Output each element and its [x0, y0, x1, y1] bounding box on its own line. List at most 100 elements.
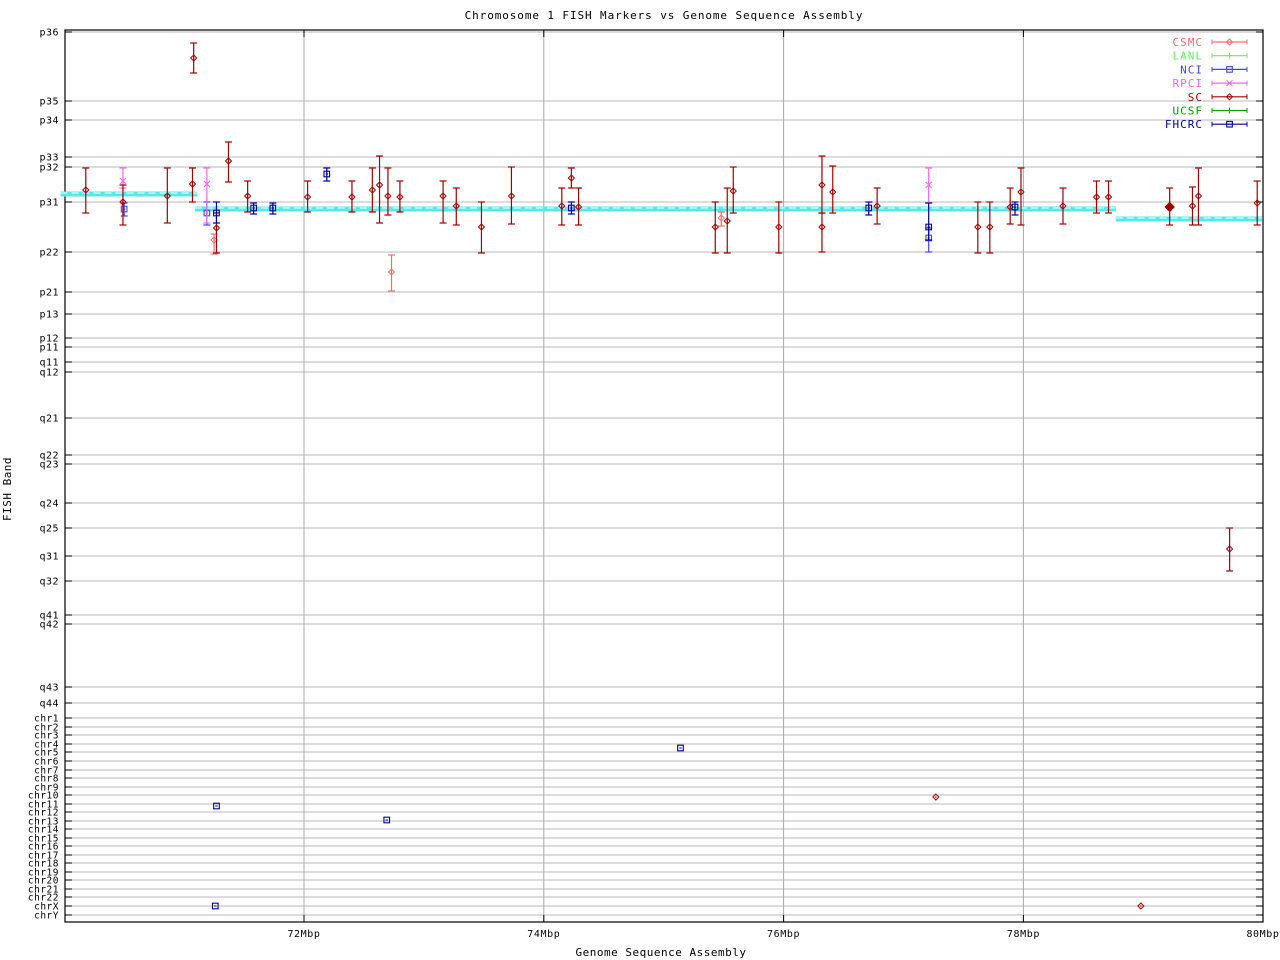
chart-title: Chromosome 1 FISH Markers vs Genome Sequ…: [465, 9, 864, 22]
plus-marker: [1226, 52, 1233, 59]
marker-dot: [831, 191, 834, 193]
fish-marker-chart: Chromosome 1 FISH Markers vs Genome Sequ…: [0, 0, 1280, 960]
series-sc: [82, 42, 1261, 910]
legend-label: NCI: [1180, 63, 1203, 76]
x-tick-label: 78Mbp: [1007, 929, 1040, 940]
marker-dot: [1009, 206, 1012, 208]
marker-dot: [714, 226, 717, 228]
y-tick-label: q21: [39, 414, 59, 425]
marker-dot: [876, 205, 878, 207]
y-tick-label: p34: [39, 116, 59, 127]
marker-dot: [246, 195, 249, 197]
legend-label: SC: [1188, 91, 1203, 104]
marker-dot: [1197, 195, 1200, 197]
y-tick-label: p31: [39, 198, 59, 209]
legend-entry-sc: SC: [1188, 91, 1248, 104]
y-tick-label: q12: [39, 368, 59, 379]
y-tick-label: p13: [39, 310, 59, 321]
legend-label: FHCRC: [1165, 118, 1203, 131]
legend-label: LANL: [1173, 50, 1204, 63]
marker-dot: [1062, 205, 1064, 207]
legend-label: UCSF: [1173, 105, 1204, 118]
legend-entry-lanl: LANL: [1173, 50, 1248, 63]
marker-dot: [122, 201, 124, 203]
marker-dot: [371, 189, 374, 191]
y-axis-title: FISH Band: [1, 457, 14, 521]
plus-marker: [1226, 107, 1233, 114]
legend-entry-ucsf: UCSF: [1173, 105, 1248, 118]
y-tick-label: q43: [39, 683, 59, 694]
y-tick-label: p36: [39, 28, 59, 39]
marker-dot: [387, 195, 389, 197]
plot-area: Chromosome 1 FISH Markers vs Genome Sequ…: [1, 9, 1279, 959]
series-fhcrc: [211, 167, 1019, 910]
x-tick-label: 76Mbp: [767, 929, 800, 940]
y-tick-label: q44: [39, 699, 59, 710]
y-tick-label: p21: [39, 288, 59, 299]
series-rpci: [119, 167, 933, 224]
marker-dot: [378, 184, 381, 186]
band-boundary-line: [60, 191, 1263, 222]
marker-dot: [821, 184, 823, 186]
marker-dot: [935, 796, 937, 798]
data-series: [82, 42, 1261, 910]
plot-frame: [64, 29, 1264, 923]
marker-dot: [1140, 905, 1142, 907]
legend-label: RPCI: [1173, 77, 1204, 90]
marker-dot: [821, 226, 823, 228]
marker-dot: [399, 196, 401, 198]
x-tick-label: 72Mbp: [287, 929, 320, 940]
marker-dot: [720, 217, 723, 219]
marker-dot: [227, 160, 230, 162]
marker-dot: [351, 196, 353, 198]
marker-dot: [192, 57, 195, 59]
y-tick-label: q31: [39, 552, 59, 563]
marker-dot: [84, 189, 87, 191]
marker-dot: [726, 220, 729, 222]
y-tick-label: chrY: [34, 911, 59, 922]
y-tick-label: q25: [39, 524, 59, 535]
marker-dot: [480, 226, 483, 228]
x-tick-label: 74Mbp: [527, 929, 560, 940]
legend-entry-csmc: CSMC: [1173, 36, 1248, 49]
y-tick-label: p11: [39, 343, 59, 354]
marker-dot: [191, 183, 194, 185]
legend-entry-nci: NCI: [1180, 63, 1248, 76]
marker-dot: [306, 196, 309, 198]
marker-dot: [390, 271, 393, 273]
marker-dot: [1095, 196, 1098, 198]
legend-label: CSMC: [1173, 36, 1204, 49]
marker-dot: [1228, 41, 1231, 43]
marker-dot: [215, 227, 218, 229]
y-tick-label: q42: [39, 620, 59, 631]
marker-dot: [1107, 196, 1110, 198]
y-tick-label: p22: [39, 248, 59, 259]
plot-border: [64, 29, 1264, 923]
y-tick-label: p32: [39, 163, 59, 174]
y-tick-label: p35: [39, 97, 59, 108]
marker-dot: [560, 205, 563, 207]
x-axis-title: Genome Sequence Assembly: [576, 946, 747, 959]
marker-dot: [442, 195, 444, 197]
y-tick-label: q24: [39, 499, 59, 510]
marker-dot: [166, 195, 169, 197]
legend: CSMCLANLNCIRPCISCUCSFFHCRC: [1165, 36, 1248, 131]
marker-dot: [1256, 202, 1259, 204]
marker-dot: [570, 177, 573, 179]
marker-dot: [1168, 206, 1171, 208]
marker-dot: [577, 206, 580, 208]
marker-dot: [977, 226, 979, 228]
y-tick-label: q23: [39, 460, 59, 471]
y-tick-label: q32: [39, 577, 59, 588]
marker-dot: [455, 205, 458, 207]
x-tick-label: 80Mbp: [1246, 929, 1279, 940]
marker-dot: [1191, 205, 1194, 207]
gridlines: [65, 30, 1263, 922]
marker-dot: [989, 226, 991, 228]
legend-entry-rpci: RPCI: [1173, 77, 1248, 90]
marker-dot: [1020, 191, 1022, 193]
marker-dot: [732, 190, 735, 192]
marker-dot: [1228, 548, 1231, 550]
marker-dot: [778, 226, 780, 228]
marker-dot: [1228, 96, 1231, 98]
